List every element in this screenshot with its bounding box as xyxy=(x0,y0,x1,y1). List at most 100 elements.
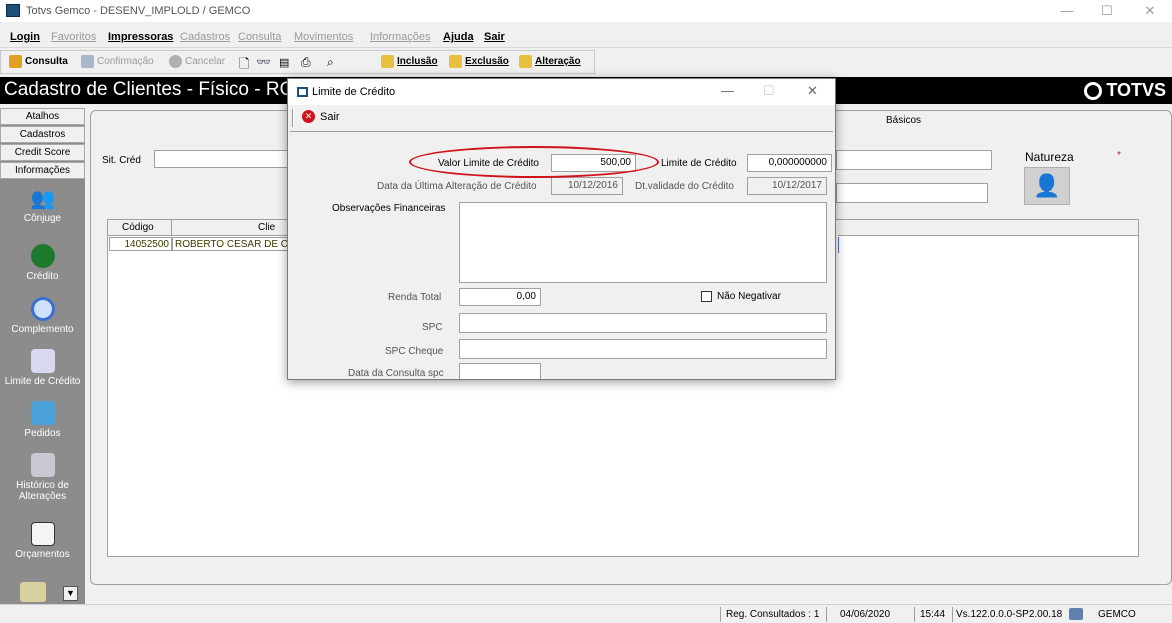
menu-impressoras[interactable]: Impressoras xyxy=(108,31,173,43)
status-separator xyxy=(952,607,953,622)
dialog-minimize-button[interactable]: — xyxy=(721,83,734,98)
cancel-icon xyxy=(169,55,182,68)
dialog-title: Limite de Crédito xyxy=(312,86,396,98)
maximize-button[interactable]: ☐ xyxy=(1092,2,1122,20)
folder-edit-icon xyxy=(519,55,532,68)
dialog-divider xyxy=(290,131,833,132)
binoculars-user-icon xyxy=(9,55,22,68)
nao-negativar-checkbox[interactable]: Não Negativar xyxy=(701,291,781,302)
renda-total-label: Renda Total xyxy=(388,292,442,303)
menu-informacoes[interactable]: Informações xyxy=(370,31,431,43)
checkbox-box xyxy=(701,291,712,302)
menu-favoritos[interactable]: Favoritos xyxy=(51,31,96,43)
sidebar-scroll-down-button[interactable]: ▼ xyxy=(63,586,78,601)
pen-paper-icon xyxy=(30,453,55,477)
obs-financeiras-textarea[interactable] xyxy=(459,202,827,283)
close-circle-icon: ✕ xyxy=(302,110,315,123)
natureza-person-icon[interactable]: 👤 xyxy=(1024,167,1070,205)
window-icon xyxy=(297,87,308,97)
renda-total-field[interactable]: 0,00 xyxy=(459,288,541,306)
new-document-icon[interactable]: 🗋 xyxy=(239,55,249,77)
basicos-field-1[interactable] xyxy=(836,150,992,170)
sidebar-item-pedidos[interactable]: Pedidos xyxy=(0,401,85,439)
status-version: Vs.122.0.0.0-SP2.00.18 xyxy=(956,609,1063,620)
data-consulta-spc-label: Data da Consulta spc xyxy=(348,368,444,379)
menu-ajuda[interactable]: Ajuda xyxy=(443,31,474,43)
document-icon xyxy=(30,522,55,546)
sidebar-tab-credit-score[interactable]: Credit Score xyxy=(0,144,85,161)
limite-credito-field[interactable]: 0,000000000 xyxy=(747,154,832,172)
folder-delete-icon xyxy=(449,55,462,68)
sidebar-tab-cadastros[interactable]: Cadastros xyxy=(0,126,85,143)
save-icon xyxy=(81,55,94,68)
inclusao-button[interactable]: Inclusão xyxy=(381,55,438,68)
consulta-button[interactable]: Consulta xyxy=(9,55,68,68)
sidebar-item-historico[interactable]: Histórico de Alterações xyxy=(0,453,85,502)
sit-cred-field[interactable] xyxy=(154,150,294,168)
alteracao-button[interactable]: Alteração xyxy=(519,55,581,68)
valor-limite-field[interactable]: 500,00 xyxy=(551,154,636,172)
screen-title: Cadastro de Clientes - Físico - ROE xyxy=(4,79,308,100)
logo-ring-icon xyxy=(1084,81,1103,100)
sair-button[interactable]: ✕ Sair xyxy=(302,110,340,123)
sidebar-item-limite-de-credito[interactable]: Limite de Crédito xyxy=(0,349,85,387)
spc-cheque-field[interactable] xyxy=(459,339,827,359)
status-bar: Reg. Consultados : 1 04/06/2020 15:44 Vs… xyxy=(0,604,1172,623)
sit-cred-label: Sit. Créd xyxy=(102,155,141,166)
status-separator xyxy=(720,607,721,622)
obs-financeiras-label: Observações Financeiras xyxy=(332,203,446,214)
menu-cadastros[interactable]: Cadastros xyxy=(180,31,230,43)
close-button[interactable]: ✕ xyxy=(1135,2,1165,20)
validade-field: 10/12/2017 xyxy=(747,177,827,195)
confirmacao-button[interactable]: Confirmação xyxy=(81,55,154,68)
sidebar-tab-informacoes[interactable]: Informações xyxy=(0,162,85,179)
window-title-bar: Totvs Gemco - DESENV_IMPLOLD / GEMCO — ☐… xyxy=(0,0,1172,22)
menu-login[interactable]: Login xyxy=(10,31,40,43)
status-user: GEMCO xyxy=(1098,609,1136,620)
status-separator xyxy=(826,607,827,622)
grid-header-cliente[interactable]: Clie xyxy=(172,220,292,236)
dialog-close-button[interactable]: ✕ xyxy=(807,83,818,99)
required-marker: * xyxy=(1117,150,1121,161)
window-title: Totvs Gemco - DESENV_IMPLOLD / GEMCO xyxy=(26,5,251,17)
exclusao-button[interactable]: Exclusão xyxy=(449,55,509,68)
sidebar: Atalhos Cadastros Credit Score Informaçõ… xyxy=(0,108,85,608)
sidebar-item-conjuge[interactable]: 👥 Cônjuge xyxy=(0,186,85,224)
limite-credito-label: Limite de Crédito xyxy=(661,158,737,169)
certificate-icon[interactable] xyxy=(20,582,46,602)
print-icon[interactable]: ⎙ xyxy=(301,55,311,70)
binoculars-icon[interactable]: 👓 xyxy=(256,55,271,69)
tab-basicos[interactable]: Básicos xyxy=(886,115,921,126)
zoom-icon[interactable]: ⌕ xyxy=(327,55,334,70)
menu-movimentos[interactable]: Movimentos xyxy=(294,31,353,43)
menu-consulta[interactable]: Consulta xyxy=(238,31,281,43)
sidebar-item-orcamentos[interactable]: Orçamentos xyxy=(0,522,85,560)
status-date: 04/06/2020 xyxy=(840,609,891,620)
grid-row-edge xyxy=(838,237,839,253)
basicos-field-2[interactable] xyxy=(836,183,988,203)
cancelar-button[interactable]: Cancelar xyxy=(169,55,225,68)
notepad-pen-icon xyxy=(30,349,55,373)
grid-cell-codigo[interactable]: 14052500 xyxy=(109,237,172,251)
people-icon: 👥 xyxy=(30,188,56,210)
app-icon xyxy=(6,4,20,17)
spc-field[interactable] xyxy=(459,313,827,333)
data-consulta-spc-field[interactable] xyxy=(459,363,541,379)
network-icon xyxy=(1069,608,1083,620)
page-icon[interactable]: ▤ xyxy=(279,56,289,69)
dialog-maximize-button[interactable]: ☐ xyxy=(763,83,775,99)
grid-header-codigo[interactable]: Código xyxy=(108,220,172,236)
minimize-button[interactable]: — xyxy=(1052,2,1082,20)
status-separator xyxy=(914,607,915,622)
sidebar-tab-atalhos[interactable]: Atalhos xyxy=(0,108,85,125)
status-time: 15:44 xyxy=(920,609,946,620)
sidebar-item-complemento[interactable]: Complemento xyxy=(0,297,85,335)
sidebar-item-credito[interactable]: Crédito xyxy=(0,244,85,282)
spc-cheque-label: SPC Cheque xyxy=(385,346,444,357)
natureza-label: Natureza xyxy=(1025,150,1074,164)
magnifier-icon xyxy=(30,297,55,321)
toolbar-grip xyxy=(292,109,294,127)
spc-label: SPC xyxy=(422,322,443,333)
grid-cell-cliente[interactable]: ROBERTO CESAR DE C xyxy=(172,237,292,251)
menu-sair[interactable]: Sair xyxy=(484,31,505,43)
